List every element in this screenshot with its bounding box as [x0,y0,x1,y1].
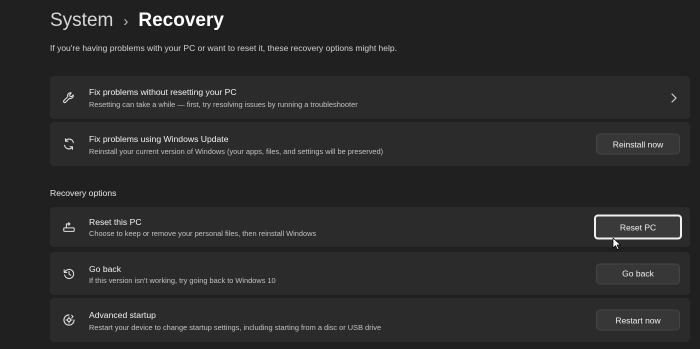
advanced-startup-card: Advanced startup Restart your device to … [50,298,690,342]
card-title: Fix problems without resetting your PC [89,87,237,97]
card-title: Reset this PC [89,217,142,227]
history-icon [62,267,76,281]
card-description: Reinstall your current version of Window… [89,147,384,156]
restart-now-button[interactable]: Restart now [596,309,680,331]
fix-without-reset-card[interactable]: Fix problems without resetting your PC R… [50,76,690,119]
reinstall-now-button[interactable]: Reinstall now [596,133,680,155]
card-description: Resetting can take a while — first, try … [89,100,358,109]
mouse-cursor-icon [612,237,621,250]
chevron-right-icon [671,92,677,103]
card-description: Restart your device to change startup se… [89,323,382,332]
card-description: If this version isn't working, try going… [89,276,276,285]
breadcrumb-separator: › [123,12,129,30]
refresh-icon [62,137,76,151]
card-description: Choose to keep or remove your personal f… [89,229,317,238]
reset-pc-icon [62,220,76,234]
advanced-startup-icon [62,313,76,327]
wrench-icon [62,91,76,105]
breadcrumb-system[interactable]: System [50,10,113,32]
windows-update-card: Fix problems using Windows Update Reinst… [50,122,690,166]
card-title: Fix problems using Windows Update [89,134,229,144]
intro-text: If you're having problems with your PC o… [50,43,397,53]
page-title: Recovery [138,10,224,31]
go-back-card: Go back If this version isn't working, t… [50,252,690,295]
go-back-button[interactable]: Go back [596,263,680,284]
card-title: Go back [89,264,122,274]
reset-pc-card: Reset this PC Choose to keep or remove y… [50,207,690,247]
section-heading-recovery-options: Recovery options [50,188,117,198]
card-title: Advanced startup [89,310,156,320]
breadcrumb: System › Recovery [50,6,224,36]
reset-pc-button[interactable]: Reset PC [594,214,682,240]
